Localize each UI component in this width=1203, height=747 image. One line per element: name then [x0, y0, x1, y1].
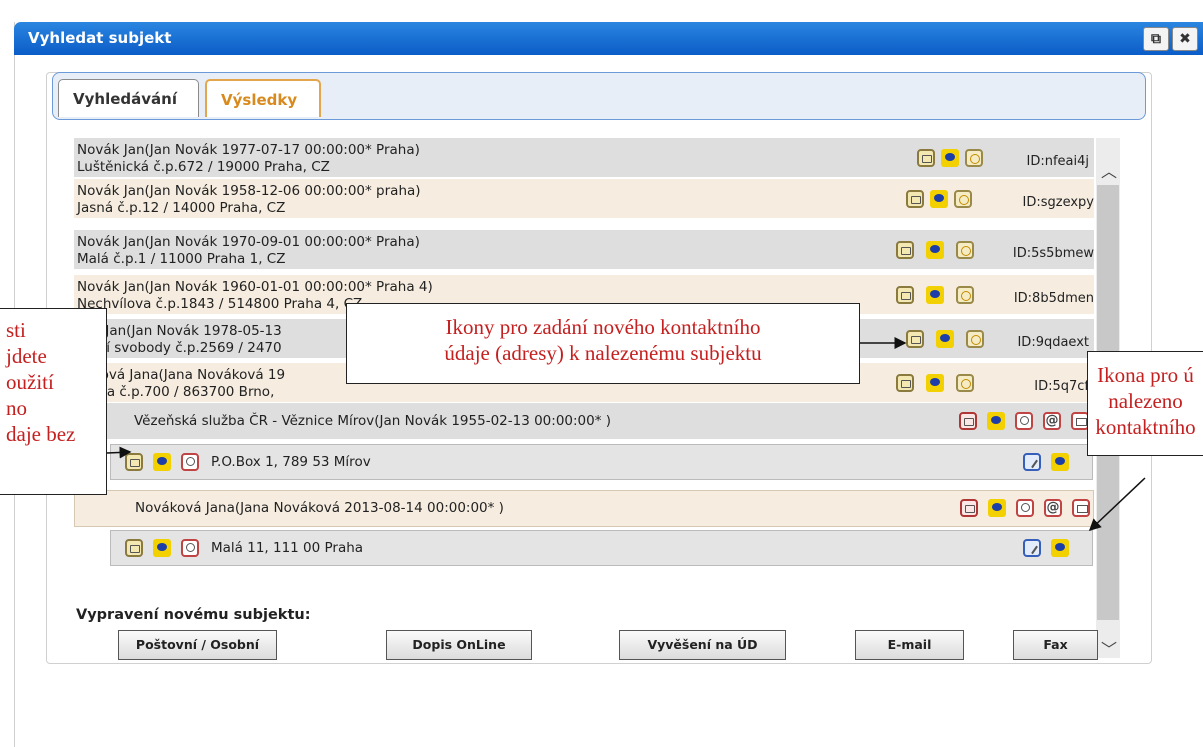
postal-icon[interactable]: [926, 286, 944, 304]
email-at-icon[interactable]: @: [1043, 412, 1061, 430]
contact-card-icon[interactable]: [896, 374, 914, 392]
result-address: Nechvílova č.p.1843 / 514800 Praha 4, CZ: [77, 296, 363, 312]
postal-icon[interactable]: [153, 453, 171, 471]
postal-icon[interactable]: [936, 330, 954, 348]
result-address: Jasná č.p.12 / 14000 Praha, CZ: [77, 200, 286, 216]
postal-icon[interactable]: [987, 412, 1005, 430]
email-button[interactable]: E-mail: [855, 630, 964, 660]
search-icon[interactable]: [1015, 412, 1033, 430]
notice-board-button[interactable]: Vyvěšení na ÚD: [619, 630, 786, 660]
results-list: Novák Jan(Jan Novák 1977-07-17 00:00:00*…: [74, 138, 1094, 658]
post-horn-icon[interactable]: [966, 330, 984, 348]
result-id: ID:8b5dmen: [1013, 291, 1094, 306]
contact-card-icon[interactable]: [125, 453, 143, 471]
window-titlebar: Vyhledat subjekt ⧉ ✖: [14, 22, 1203, 55]
postal-icon[interactable]: [930, 190, 948, 208]
result-row[interactable]: Novák Jan(Jan Novák 1958-12-06 00:00:00*…: [74, 179, 1094, 219]
postal-personal-button[interactable]: Poštovní / Osobní: [118, 630, 277, 660]
callout-left-text: sti jdete oužití no daje bez: [6, 318, 76, 446]
close-icon[interactable]: ✖: [1172, 27, 1198, 51]
result-id: ID:9qdaext: [1017, 335, 1089, 350]
result-id: ID:5q7cf: [1034, 379, 1089, 394]
post-horn-icon[interactable]: [965, 149, 983, 167]
contact-card-icon[interactable]: [896, 241, 914, 259]
postal-icon[interactable]: [941, 149, 959, 167]
contact-card-icon[interactable]: [959, 412, 977, 430]
contact-card-icon[interactable]: [917, 149, 935, 167]
letter-online-button[interactable]: Dopis OnLine: [386, 630, 532, 660]
search-icon[interactable]: [181, 539, 199, 557]
postal-icon[interactable]: [153, 539, 171, 557]
post-horn-icon[interactable]: [956, 374, 974, 392]
tab-bar: Vyhledávání Výsledky: [52, 72, 1146, 120]
callout-right-text: Ikona pro ú nalezeno kontaktního: [1095, 363, 1196, 439]
postal-icon[interactable]: [1051, 453, 1069, 471]
print-icon[interactable]: [1072, 499, 1090, 517]
scroll-down-icon[interactable]: ﹀: [1099, 640, 1119, 660]
result-name: Novák Jan(Jan Novák 1977-07-17 00:00:00*…: [77, 142, 420, 158]
contact-address: P.O.Box 1, 789 53 Mírov: [211, 454, 371, 470]
new-subject-label: Vypravení novému subjektu:: [76, 607, 311, 623]
result-address: něstí svobody č.p.2569 / 2470: [77, 340, 282, 356]
contact-address: Malá 11, 111 00 Praha: [211, 540, 364, 556]
postal-icon[interactable]: [926, 241, 944, 259]
window-title: Vyhledat subjekt: [28, 29, 172, 47]
contact-subject-name: Nováková Jana(Jana Nováková 2013-08-14 0…: [135, 500, 504, 516]
contact-subject-row[interactable]: Nováková Jana(Jana Nováková 2013-08-14 0…: [74, 490, 1094, 527]
edit-icon[interactable]: [1023, 453, 1041, 471]
contact-subject-name: Vězeňská služba ČR - Věznice Mírov(Jan N…: [134, 413, 612, 429]
result-row[interactable]: Novák Jan(Jan Novák 1977-07-17 00:00:00*…: [74, 138, 1094, 178]
contact-card-icon[interactable]: [906, 330, 924, 348]
contact-card-icon[interactable]: [125, 539, 143, 557]
contact-address-row[interactable]: P.O.Box 1, 789 53 Mírov: [110, 444, 1093, 480]
scroll-up-icon[interactable]: ︿: [1099, 162, 1119, 182]
contact-card-icon[interactable]: [896, 286, 914, 304]
callout-left: sti jdete oužití no daje bez: [0, 308, 107, 495]
search-icon[interactable]: [181, 453, 199, 471]
contact-address-row[interactable]: Malá 11, 111 00 Praha: [110, 530, 1093, 566]
post-horn-icon[interactable]: [956, 241, 974, 259]
result-name: Novák Jan(Jan Novák 1970-09-01 00:00:00*…: [77, 234, 420, 250]
fax-button[interactable]: Fax: [1013, 630, 1098, 660]
search-icon[interactable]: [1016, 499, 1034, 517]
contact-card-icon[interactable]: [960, 499, 978, 517]
restore-window-icon[interactable]: ⧉: [1143, 27, 1169, 51]
contact-subject-row[interactable]: Vězeňská služba ČR - Věznice Mírov(Jan N…: [74, 403, 1094, 440]
callout-center-text: Ikony pro zadání nového kontaktního údaj…: [444, 315, 762, 365]
result-address: Luštěnická č.p.672 / 19000 Praha, CZ: [77, 159, 330, 175]
edit-icon[interactable]: [1023, 539, 1041, 557]
result-name: vák Jan(Jan Novák 1978-05-13: [77, 323, 282, 339]
contact-card-icon[interactable]: [906, 190, 924, 208]
postal-icon[interactable]: [988, 499, 1006, 517]
result-id: ID:sgzexpy: [1022, 195, 1094, 210]
result-id: ID:5s5bmew: [1012, 246, 1094, 261]
callout-center: Ikony pro zadání nového kontaktního údaj…: [346, 303, 860, 384]
post-horn-icon[interactable]: [956, 286, 974, 304]
result-name: Novák Jan(Jan Novák 1958-12-06 00:00:00*…: [77, 183, 421, 199]
result-id: ID:nfeai4j: [1026, 154, 1090, 169]
result-name: Novák Jan(Jan Novák 1960-01-01 00:00:00*…: [77, 279, 433, 295]
post-horn-icon[interactable]: [954, 190, 972, 208]
postal-icon[interactable]: [1051, 539, 1069, 557]
result-address: Malá č.p.1 / 11000 Praha 1, CZ: [77, 251, 286, 267]
email-at-icon[interactable]: @: [1044, 499, 1062, 517]
callout-right: Ikona pro ú nalezeno kontaktního: [1087, 351, 1203, 456]
result-name: váková Jana(Jana Nováková 19: [77, 367, 286, 383]
tab-vysledky[interactable]: Výsledky: [205, 79, 321, 117]
tab-vyhledavani[interactable]: Vyhledávání: [58, 79, 199, 117]
result-row[interactable]: Novák Jan(Jan Novák 1970-09-01 00:00:00*…: [74, 230, 1094, 270]
postal-icon[interactable]: [926, 374, 944, 392]
